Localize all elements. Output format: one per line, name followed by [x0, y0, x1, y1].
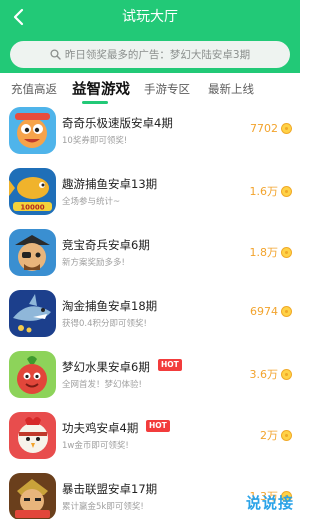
game-subtitle: 全场参与统计~: [62, 197, 121, 207]
cartoon-creature-icon: [9, 107, 56, 154]
search-placeholder: 昨日领奖最多的广告：梦幻大陆安卓3期: [64, 49, 251, 61]
tab-recharge-rebate[interactable]: 充值高返: [11, 81, 57, 97]
game-title: 梦幻水果安卓6期: [62, 360, 150, 374]
watermark-logo: 说说接: [245, 494, 294, 512]
list-item[interactable]: 功夫鸡安卓4期 HOT 1w金币即可领奖! 2万: [0, 412, 300, 473]
kungfu-chicken-icon: [9, 412, 56, 459]
reward-amount: 1.8万: [249, 244, 292, 260]
game-subtitle: 10奖券即可领奖!: [62, 136, 128, 146]
game-title: 奇奇乐极速版安卓4期: [62, 116, 173, 130]
reward-amount: 2万: [260, 427, 292, 443]
hot-badge: HOT: [158, 359, 182, 371]
reward-value: 1.8万: [249, 246, 279, 259]
game-subtitle: 累计赢金5k即可领奖!: [62, 502, 144, 512]
list-item[interactable]: 竞宝奇兵安卓6期 新方案奖励多多! 1.8万: [0, 229, 300, 290]
game-title: 暴击联盟安卓17期: [62, 482, 158, 496]
page-title: 试玩大厅: [122, 9, 178, 25]
shark-icon: [9, 290, 56, 337]
search-input[interactable]: 昨日领奖最多的广告：梦幻大陆安卓3期: [10, 41, 290, 68]
game-title: 功夫鸡安卓4期: [62, 421, 139, 435]
warrior-icon: [9, 473, 56, 519]
coin-icon: [281, 185, 292, 197]
reward-value: 2万: [260, 429, 278, 442]
coin-icon: [281, 368, 292, 380]
game-subtitle: 1w金币即可领奖!: [62, 441, 129, 451]
list-item[interactable]: 梦幻水果安卓6期 HOT 全网首发！梦幻体验! 3.6万: [0, 351, 300, 412]
game-title: 淘金捕鱼安卓18期: [62, 299, 158, 313]
tab-mobile-games[interactable]: 手游专区: [144, 81, 190, 97]
game-subtitle: 新方案奖励多多!: [62, 258, 125, 268]
reward-value: 7702: [250, 122, 278, 135]
search-icon: [50, 49, 61, 60]
category-tabs: 充值高返 益智游戏 手游专区 最新上线: [0, 73, 300, 107]
coin-icon: [281, 123, 292, 134]
fishing-game-icon: 10000: [9, 168, 56, 215]
reward-amount: 6974: [250, 305, 292, 318]
game-subtitle: 获得0.4积分即可领奖!: [62, 319, 147, 329]
fruit-character-icon: [9, 351, 56, 398]
reward-amount: 3.6万: [249, 366, 292, 382]
game-subtitle: 全网首发！梦幻体验!: [62, 380, 142, 390]
coin-icon: [281, 429, 292, 441]
hot-badge: HOT: [146, 420, 170, 432]
active-tab-indicator: [82, 101, 108, 104]
reward-amount: 7702: [250, 122, 292, 135]
header: 试玩大厅: [0, 0, 300, 35]
reward-value: 6974: [250, 305, 278, 318]
reward-value: 3.6万: [249, 368, 279, 381]
list-item[interactable]: 奇奇乐极速版安卓4期 10奖券即可领奖! 7702: [0, 107, 300, 168]
tab-puzzle-games[interactable]: 益智游戏: [72, 78, 130, 99]
coin-icon: [281, 306, 292, 317]
search-bar: 昨日领奖最多的广告：梦幻大陆安卓3期: [0, 35, 300, 73]
reward-amount: 1.6万: [249, 183, 292, 199]
tab-newest[interactable]: 最新上线: [208, 81, 254, 97]
pirate-character-icon: [9, 229, 56, 276]
svg-text:10000: 10000: [20, 204, 44, 212]
game-title: 竞宝奇兵安卓6期: [62, 238, 150, 252]
list-item[interactable]: 10000 趣游捕鱼安卓13期 全场参与统计~ 1.6万: [0, 168, 300, 229]
game-title: 趣游捕鱼安卓13期: [62, 177, 158, 191]
reward-value: 1.6万: [249, 185, 279, 198]
list-item[interactable]: 淘金捕鱼安卓18期 获得0.4积分即可领奖! 6974: [0, 290, 300, 351]
coin-icon: [281, 246, 292, 258]
